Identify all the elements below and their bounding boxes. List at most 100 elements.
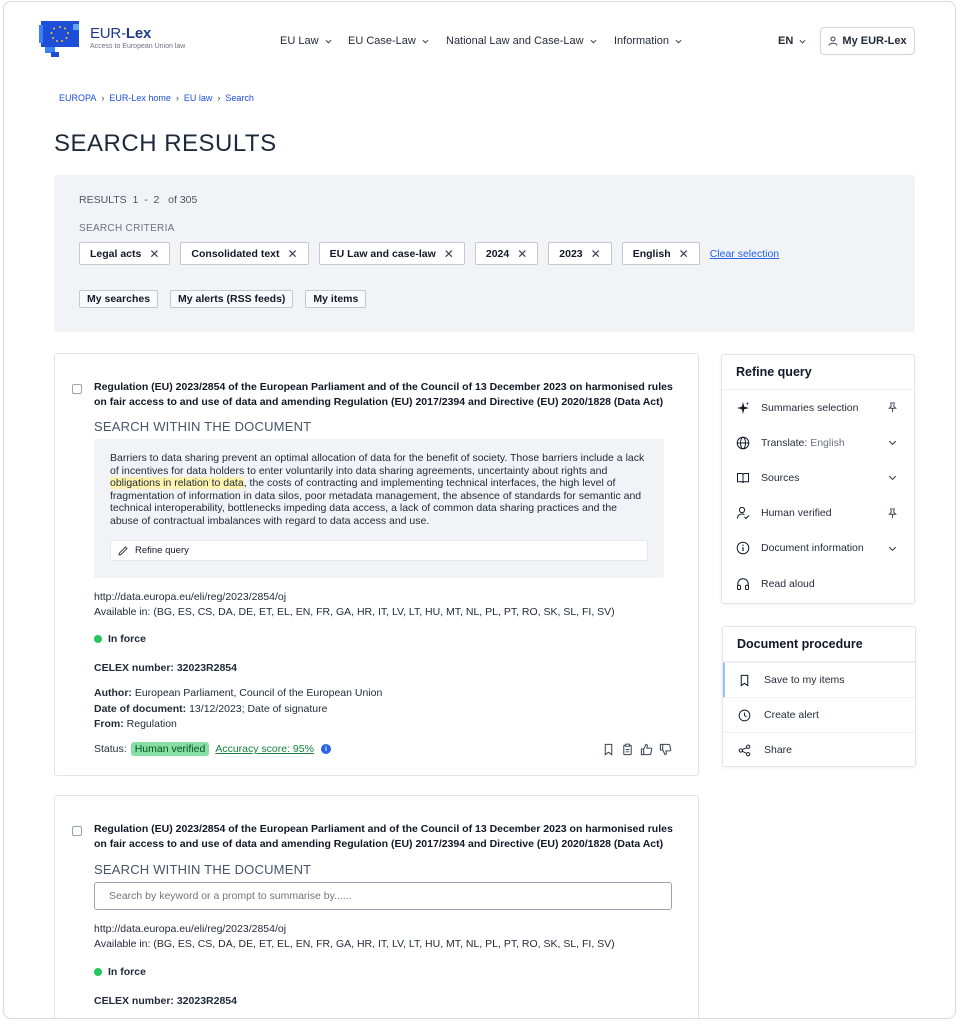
nav-eu-case-law[interactable]: EU Case-Law — [348, 35, 429, 47]
save-to-my-items-item[interactable]: Save to my items — [723, 662, 915, 698]
thumbs-down-icon[interactable] — [659, 743, 672, 756]
in-force-status: In force — [94, 633, 146, 645]
breadcrumb-eurlex-home[interactable]: EUR-Lex home — [109, 93, 171, 103]
excerpt-box: Barriers to data sharing prevent an opti… — [94, 439, 664, 578]
eu-flag-logo-icon[interactable] — [39, 21, 79, 59]
nav-eu-law[interactable]: EU Law — [280, 35, 332, 47]
clipboard-icon[interactable] — [621, 743, 634, 756]
result-checkbox[interactable] — [72, 384, 82, 394]
search-criteria-label: SEARCH CRITERIA — [79, 223, 175, 234]
sources-item[interactable]: Sources — [722, 460, 914, 495]
author-line: Author: European Parliament, Council of … — [94, 687, 383, 699]
criteria-chip[interactable]: 2024 ✕ — [474, 242, 539, 265]
nav-label: National Law and Case-Law — [446, 35, 584, 47]
share-item[interactable]: Share — [723, 732, 915, 767]
refine-query-label: Refine query — [135, 545, 189, 556]
search-within-heading: SEARCH WITHIN THE DOCUMENT — [94, 419, 312, 434]
excerpt-text: Barriers to data sharing prevent an opti… — [110, 452, 645, 527]
criteria-chip[interactable]: 2023 ✕ — [548, 242, 612, 265]
logo-subtitle: Access to European Union law — [90, 43, 186, 50]
chevron-down-icon — [675, 39, 682, 44]
close-icon[interactable]: ✕ — [149, 247, 159, 261]
refine-query-panel: Refine query Summaries selection Transla… — [721, 354, 915, 604]
chevron-down-icon — [799, 39, 806, 44]
status-dot-icon — [94, 635, 102, 643]
user-icon — [828, 36, 838, 46]
pin-icon[interactable] — [887, 508, 898, 519]
nav-label: Information — [614, 35, 670, 47]
chevron-down-icon[interactable] — [887, 437, 898, 448]
book-icon — [737, 472, 749, 484]
bookmark-icon[interactable] — [602, 743, 615, 756]
search-within-input[interactable] — [94, 882, 672, 910]
summaries-selection-item[interactable]: Summaries selection — [722, 390, 914, 425]
share-icon — [738, 744, 751, 757]
criteria-chip[interactable]: Legal acts ✕ — [79, 242, 171, 265]
close-icon[interactable]: ✕ — [444, 247, 454, 261]
document-info: Author: European Parliament, Council of … — [94, 686, 382, 733]
criteria-chip[interactable]: EU Law and case-law ✕ — [318, 242, 465, 265]
chevron-right-icon: › — [101, 93, 105, 103]
page-title: SEARCH RESULTS — [54, 130, 277, 157]
chevron-down-icon[interactable] — [887, 472, 898, 483]
status-dot-icon — [94, 968, 102, 976]
translate-item[interactable]: Translate: English — [722, 425, 914, 460]
breadcrumb: EUROPA › EUR-Lex home › EU law › Search — [59, 93, 254, 103]
breadcrumb-eu-law[interactable]: EU law — [184, 93, 213, 103]
info-icon[interactable]: i — [320, 744, 331, 754]
criteria-chip-row: Legal acts ✕ Consolidated text ✕ EU Law an… — [79, 242, 779, 265]
info-icon — [736, 542, 750, 555]
clock-icon — [738, 709, 751, 722]
chevron-down-icon — [325, 39, 332, 44]
nav-label: EU Law — [280, 35, 319, 47]
my-items-button[interactable]: My items — [305, 290, 367, 308]
nav-information[interactable]: Information — [614, 35, 682, 47]
clear-selection-link[interactable]: Clear selection — [710, 248, 779, 260]
verification-status: Status: Human verified Accuracy score: 9… — [94, 742, 331, 756]
my-searches-button[interactable]: My searches — [79, 290, 159, 308]
excerpt-highlight: obligations in relation to data — [110, 477, 244, 490]
my-alerts-button[interactable]: My alerts (RSS feeds) — [170, 290, 294, 308]
read-aloud-item[interactable]: Read aloud — [722, 566, 914, 601]
close-icon[interactable]: ✕ — [591, 247, 601, 261]
chevron-down-icon[interactable] — [887, 543, 898, 554]
nav-national-law[interactable]: National Law and Case-Law — [446, 35, 597, 47]
close-icon[interactable]: ✕ — [679, 247, 689, 261]
my-eurlex-button[interactable]: My EUR-Lex — [820, 27, 915, 55]
create-alert-item[interactable]: Create alert — [723, 697, 915, 732]
logo-text[interactable]: EUR-Lex Access to European Union law — [90, 25, 185, 50]
refine-query-title: Refine query — [722, 355, 914, 390]
thumbs-up-icon[interactable] — [640, 743, 653, 756]
document-url[interactable]: http://data.europa.eu/eli/reg/2023/2854/… — [94, 923, 286, 935]
breadcrumb-search[interactable]: Search — [225, 93, 254, 103]
from-line: From: Regulation — [94, 718, 177, 730]
logo-title: EUR-Lex — [90, 25, 152, 42]
date-line: Date of document: 13/12/2023; Date of si… — [94, 702, 328, 715]
document-information-item[interactable]: Document information — [722, 531, 914, 566]
criteria-chip[interactable]: Consolidated text ✕ — [180, 242, 309, 265]
bookmark-icon — [740, 674, 749, 687]
document-procedure-title: Document procedure — [723, 627, 915, 662]
close-icon[interactable]: ✕ — [517, 247, 527, 261]
result-title[interactable]: Regulation (EU) 2023/2854 of the Europea… — [94, 822, 684, 852]
accuracy-score-link[interactable]: Accuracy score: 95% — [215, 743, 314, 755]
close-icon[interactable]: ✕ — [288, 247, 298, 261]
headphones-icon — [737, 577, 749, 590]
pencil-icon — [118, 545, 128, 556]
globe-icon — [736, 436, 750, 450]
human-verified-item[interactable]: Human verified — [722, 496, 914, 531]
sparkle-icon — [737, 401, 750, 414]
result-checkbox[interactable] — [72, 826, 82, 836]
search-within-heading: SEARCH WITHIN THE DOCUMENT — [94, 862, 312, 877]
refine-query-button[interactable]: Refine query — [110, 540, 648, 561]
document-url[interactable]: http://data.europa.eu/eli/reg/2023/2854/… — [94, 591, 286, 603]
available-languages: Available in: (BG, ES, CS, DA, DE, ET, E… — [94, 606, 615, 618]
search-criteria-panel: RESULTS 1 - 2 of 305 SEARCH CRITERIA Leg… — [54, 175, 915, 332]
pin-icon[interactable] — [887, 402, 898, 413]
criteria-chip[interactable]: English ✕ — [621, 242, 700, 265]
results-count: RESULTS 1 - 2 of 305 — [79, 194, 198, 206]
breadcrumb-europa[interactable]: EUROPA — [59, 93, 96, 103]
language-selector[interactable]: EN — [778, 35, 806, 47]
result-title[interactable]: Regulation (EU) 2023/2854 of the Europea… — [94, 380, 684, 410]
nav-label: EU Case-Law — [348, 35, 416, 47]
